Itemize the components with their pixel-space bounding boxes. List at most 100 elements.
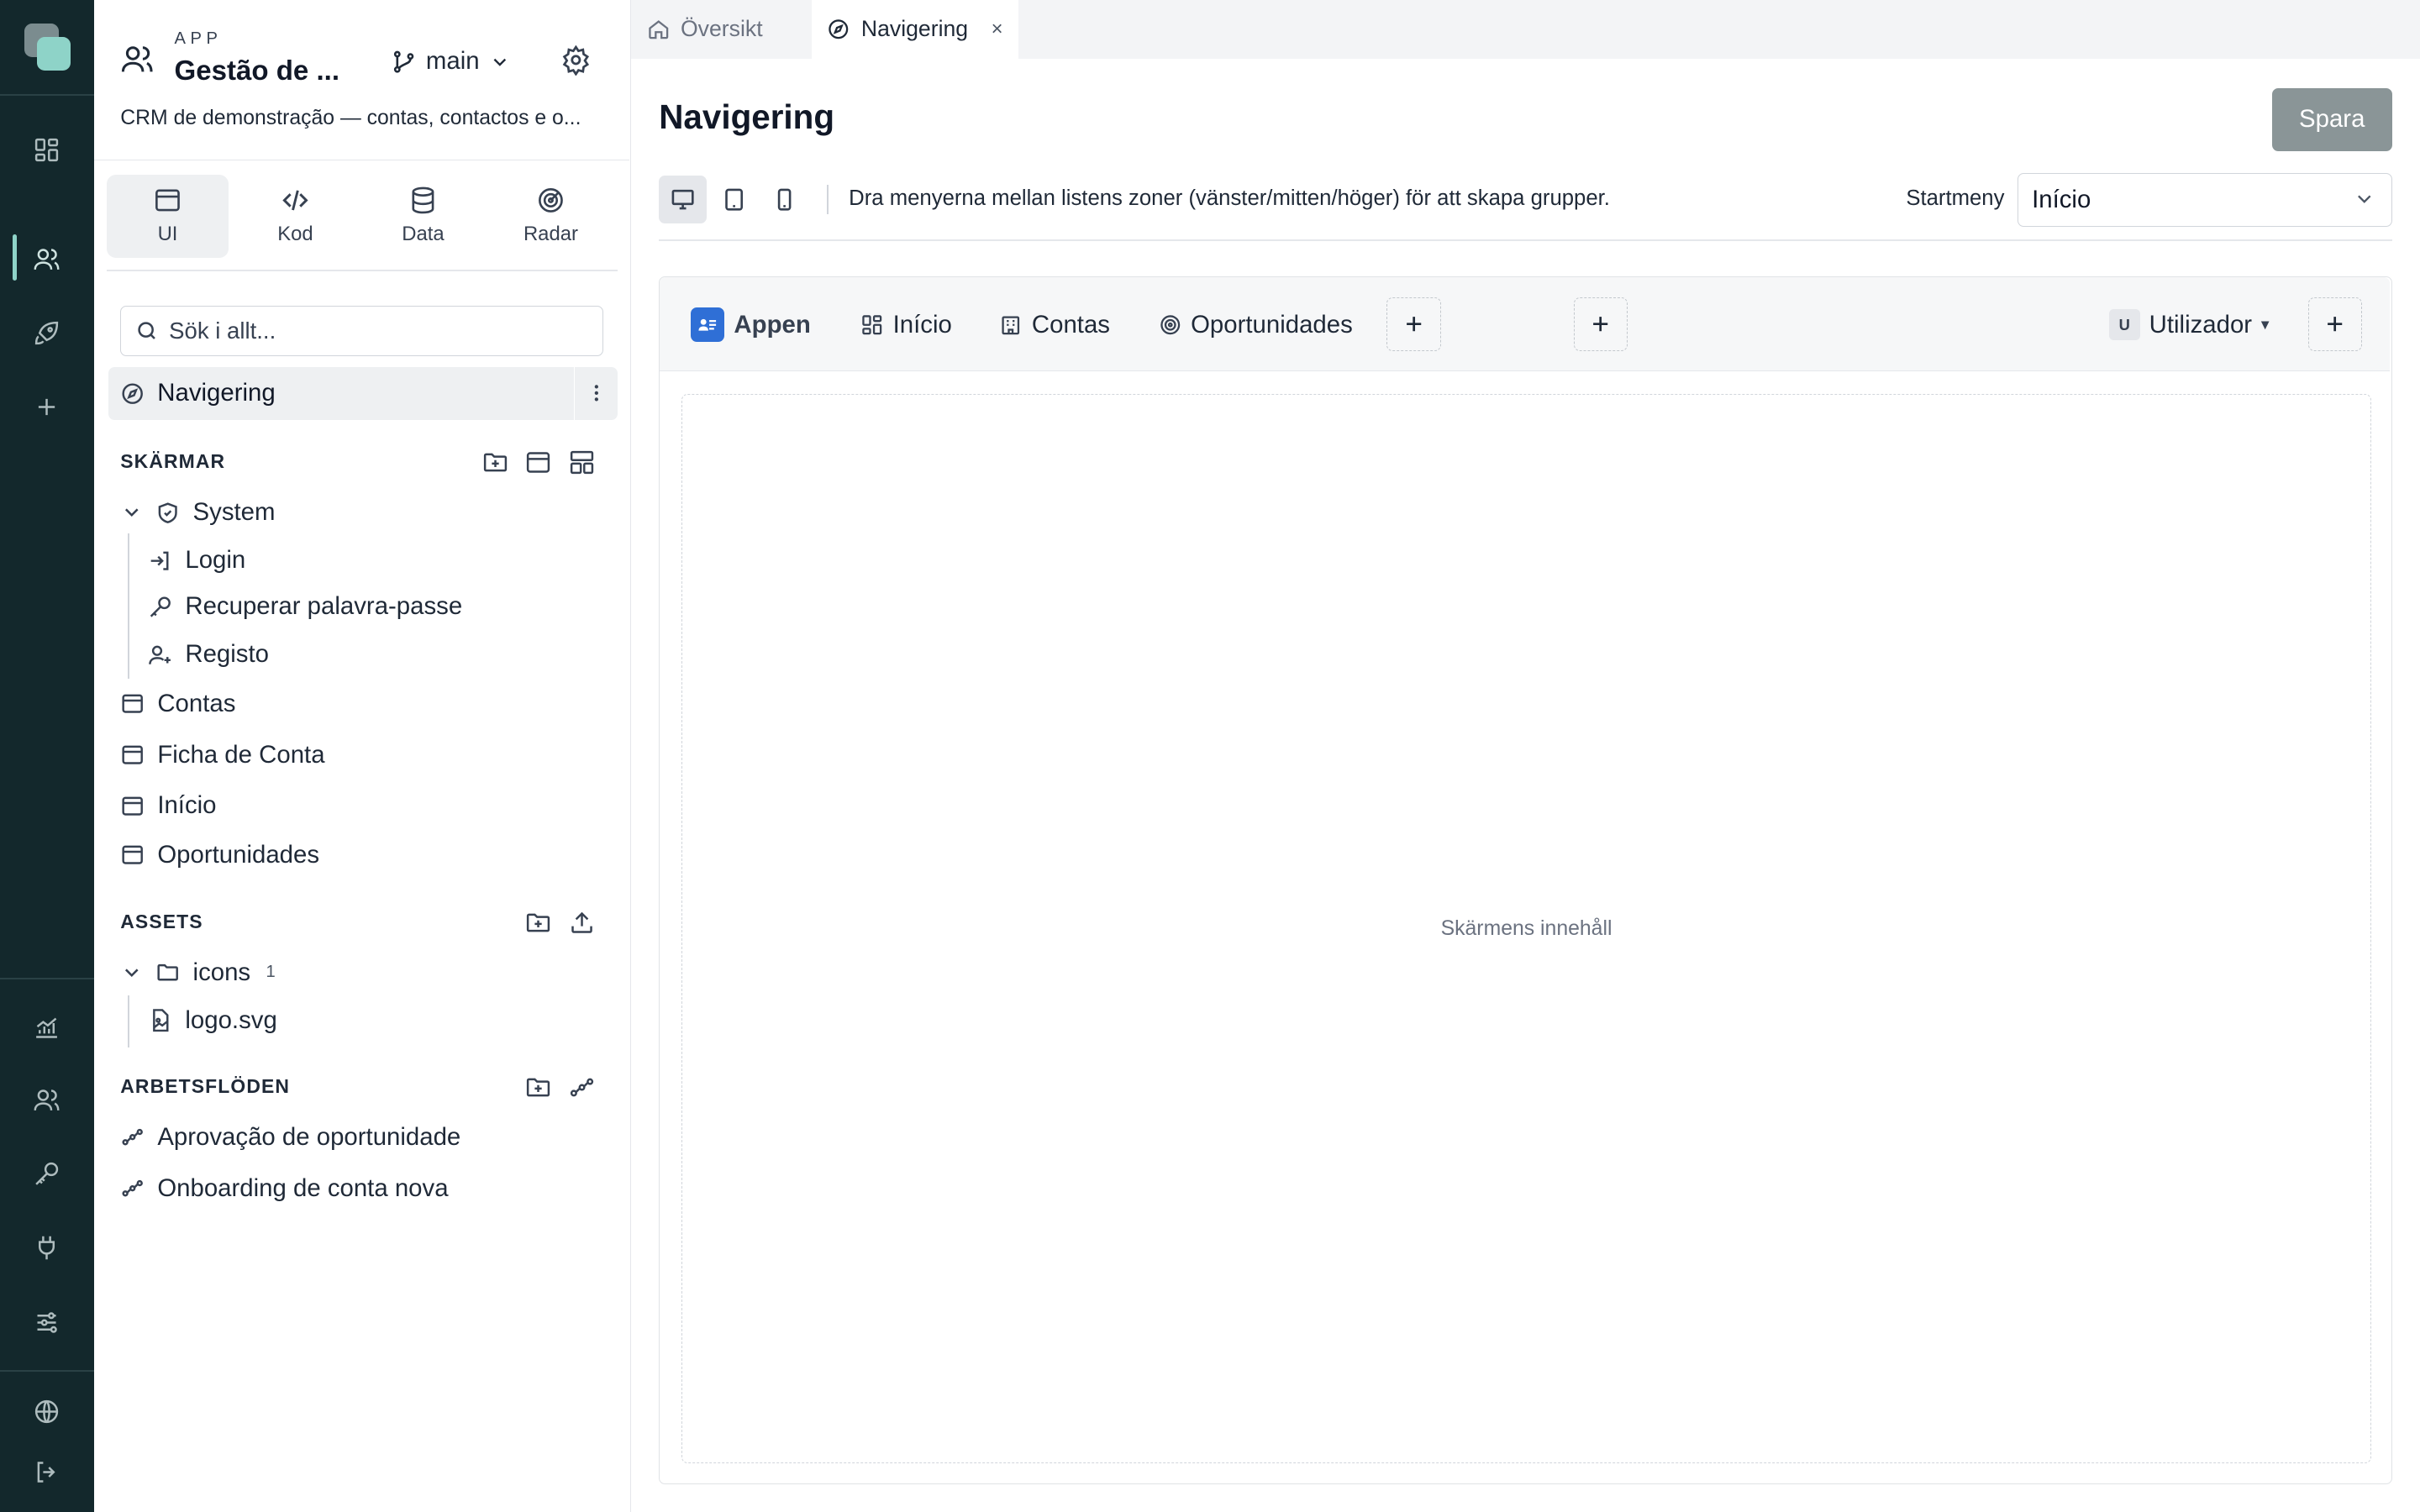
sliders-icon[interactable]	[28, 1304, 65, 1341]
plus-icon	[2323, 312, 2347, 336]
tree-label: Onboarding de conta nova	[157, 1173, 449, 1202]
target-icon	[1159, 313, 1182, 337]
more-vertical-icon[interactable]	[574, 367, 617, 420]
compass-icon	[120, 381, 145, 406]
gear-icon[interactable]	[560, 45, 592, 76]
plug-icon[interactable]	[28, 1230, 65, 1267]
screens-heading: SKÄRMAR	[120, 450, 226, 473]
desktop-view-button[interactable]	[659, 176, 708, 224]
tree-item-login[interactable]: Login	[148, 546, 245, 575]
logout-icon[interactable]	[28, 1453, 65, 1490]
login-icon	[148, 549, 172, 573]
tab-overview[interactable]: Översikt	[631, 0, 810, 59]
start-menu-select[interactable]: Início	[2017, 172, 2392, 227]
preview-menu-item[interactable]: Oportunidades	[1159, 307, 1353, 341]
folder-icon	[155, 960, 180, 984]
tablet-view-button[interactable]	[710, 176, 758, 223]
preview-menu-item[interactable]: Início	[860, 307, 952, 341]
tree-item-screen[interactable]: Ficha de Conta	[120, 740, 325, 769]
key-icon	[148, 595, 172, 619]
tree-label: Login	[185, 546, 246, 575]
plus-icon[interactable]	[28, 389, 65, 426]
image-file-icon	[148, 1008, 172, 1032]
rail-divider	[0, 978, 95, 980]
preview-menu-item[interactable]: Contas	[999, 307, 1110, 341]
key-icon[interactable]	[28, 1156, 65, 1193]
tree-item-workflow[interactable]: Onboarding de conta nova	[120, 1173, 449, 1203]
tree-label: Início	[157, 791, 217, 820]
assets-actions	[524, 909, 595, 937]
add-left-zone-button[interactable]	[1386, 297, 1441, 351]
branch-name: main	[425, 47, 480, 76]
mobile-view-button[interactable]	[760, 176, 808, 223]
add-center-zone-button[interactable]	[1573, 297, 1628, 351]
tree-item-file[interactable]: logo.svg	[148, 1005, 277, 1035]
dashboard-icon[interactable]	[28, 131, 65, 168]
workflows-actions	[524, 1074, 595, 1101]
add-right-zone-button[interactable]	[2307, 297, 2363, 351]
workflow-icon[interactable]	[568, 1074, 596, 1101]
tree-folder-system[interactable]: System	[120, 498, 275, 527]
new-folder-icon[interactable]	[524, 1074, 552, 1101]
divider	[106, 270, 618, 272]
users-icon[interactable]	[28, 241, 65, 278]
tree-item-screen[interactable]: Oportunidades	[120, 841, 319, 869]
branch-selector[interactable]: main	[391, 45, 511, 78]
globe-icon[interactable]	[28, 1394, 65, 1431]
user-plus-icon	[148, 643, 172, 667]
chevron-down-icon	[2353, 187, 2376, 211]
editor-tabbar: Översikt Navigering ×	[631, 0, 2420, 59]
save-button[interactable]: Spara	[2271, 87, 2392, 151]
app-header: APP Gestão de ... main CRM de demonstraç…	[94, 0, 630, 161]
mode-label: Radar	[523, 223, 578, 246]
start-menu-label: Startmeny	[1906, 186, 2005, 211]
search-box	[120, 305, 604, 357]
mode-code[interactable]: Kod	[234, 175, 357, 258]
mode-label: Data	[402, 223, 445, 246]
tree-guide	[128, 533, 130, 680]
tree-item-register[interactable]: Registo	[148, 640, 269, 669]
mode-radar[interactable]: Radar	[490, 175, 613, 258]
new-screen-icon[interactable]	[524, 449, 552, 476]
tab-navigation[interactable]: Navigering ×	[812, 0, 1019, 59]
radar-icon	[536, 186, 566, 215]
rocket-icon[interactable]	[28, 315, 65, 352]
tree-label: Registo	[185, 640, 269, 669]
layout-icon[interactable]	[568, 449, 596, 476]
tab-label: Översikt	[680, 16, 763, 42]
mode-ui[interactable]: UI	[106, 174, 229, 258]
tree-item-screen[interactable]: Início	[120, 791, 217, 820]
analytics-icon[interactable]	[28, 1009, 65, 1046]
new-folder-icon[interactable]	[481, 449, 509, 476]
app-logo[interactable]	[24, 23, 71, 71]
tree-item-recover-password[interactable]: Recuperar palavra-passe	[148, 592, 462, 621]
new-folder-icon[interactable]	[524, 909, 552, 937]
tree-label: logo.svg	[185, 1005, 277, 1034]
navigation-item[interactable]: Navigering	[108, 367, 618, 420]
select-value: Início	[2032, 185, 2091, 213]
app-kicker: APP	[174, 29, 223, 48]
placeholder-text: Skärmens innehåll	[1440, 916, 1612, 940]
workflow-icon	[120, 1125, 145, 1149]
mode-data[interactable]: Data	[362, 175, 485, 258]
chevron-down-icon	[489, 51, 511, 73]
preview-brand[interactable]: Appen	[690, 307, 811, 342]
close-icon[interactable]: ×	[992, 18, 1003, 41]
tree-folder-icons[interactable]: icons 1	[120, 958, 276, 987]
chevron-down-icon	[120, 961, 144, 984]
user-menu[interactable]: U Utilizador ▼	[2108, 307, 2272, 341]
tree-label: Ficha de Conta	[157, 740, 325, 769]
mode-switcher: UI Kod Data Radar	[106, 174, 618, 258]
upload-icon[interactable]	[568, 909, 596, 937]
search-input[interactable]	[169, 317, 587, 344]
screen-icon	[120, 691, 145, 716]
divider	[659, 239, 2392, 241]
page-title: Navigering	[659, 97, 835, 136]
tree-item-workflow[interactable]: Aprovação de oportunidade	[120, 1123, 460, 1152]
team-icon[interactable]	[28, 1082, 65, 1119]
chevron-down-icon	[120, 501, 144, 524]
tree-item-screen[interactable]: Contas	[120, 690, 235, 718]
app-title: Gestão de ...	[174, 55, 340, 87]
mode-label: UI	[157, 223, 178, 246]
users-icon	[120, 42, 154, 76]
